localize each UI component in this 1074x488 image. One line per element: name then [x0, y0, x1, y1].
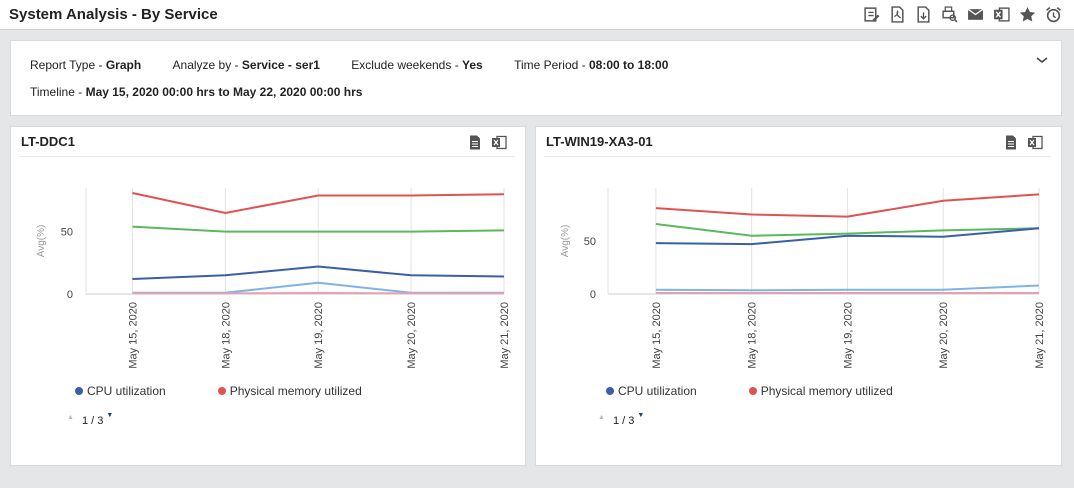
timeline-label: Timeline - [30, 85, 86, 99]
y-tick-label: 50 [61, 227, 73, 239]
edit-report-icon[interactable] [862, 5, 880, 23]
pager-up-icon[interactable]: ▲ [67, 414, 74, 421]
top-bar: System Analysis - By Service [0, 0, 1074, 30]
y-tick-label: 0 [67, 289, 73, 301]
exclude-weekends-value: Yes [462, 58, 483, 72]
legend-pager: ▲ 1 / 3 ▼ [67, 412, 113, 427]
divider [19, 156, 515, 157]
document-icon[interactable] [467, 134, 483, 150]
legend-pager: ▲ 1 / 3 ▼ [598, 412, 644, 427]
panel-title: LT-WIN19-XA3-01 [546, 134, 653, 149]
legend-dot [217, 387, 226, 395]
excel-icon[interactable] [491, 134, 507, 150]
page-title: System Analysis - By Service [9, 6, 218, 23]
analyze-by-label: Analyze by - [172, 58, 242, 72]
line-chart: 0 50 Avg(%) May 15, 2020 May 18, 2020 May 19,… [36, 188, 511, 369]
print-preview-icon[interactable] [940, 5, 958, 23]
time-period-value: 08:00 to 18:00 [588, 58, 669, 72]
time-period-label: Time Period - [514, 58, 589, 72]
analyze-by-value: Service - ser1 [241, 58, 320, 72]
legend-item-memory[interactable]: Physical memory utilized [217, 384, 362, 398]
x-tick-label: May 15, 2020 [651, 302, 663, 369]
pager-up-icon[interactable]: ▲ [598, 414, 605, 421]
x-tick-label: May 21, 2020 [1034, 302, 1046, 369]
legend-dot [748, 387, 757, 395]
x-tick-label: May 18, 2020 [747, 302, 759, 369]
legend-item-cpu[interactable]: CPU utilization [75, 384, 166, 398]
y-axis-label: Avg(%) [560, 225, 571, 258]
line-chart: 0 50 Avg(%) May 15, 2020 May 18, 2020 May 19,… [560, 188, 1046, 369]
y-tick-label: 0 [590, 289, 596, 301]
divider [544, 156, 1051, 157]
chart-legend: CPU utilization Physical memory utilized [75, 384, 362, 398]
legend-dot [606, 387, 614, 395]
time-period-filter: Time Period - 08:00 to 18:00 [514, 58, 668, 72]
document-icon[interactable] [1003, 134, 1019, 150]
timeline-row: Timeline - May 15, 2020 00:00 hrs to May… [30, 85, 362, 99]
x-tick-label: May 19, 2020 [313, 302, 325, 369]
exclude-weekends-filter: Exclude weekends - Yes [351, 58, 482, 72]
download-icon[interactable] [914, 5, 932, 23]
excel-icon[interactable] [992, 5, 1010, 23]
panel-toolbar [1003, 134, 1043, 150]
x-tick-label: May 19, 2020 [842, 302, 854, 369]
chart-panel-lt-ddc1: LT-DDC1 0 50 Avg(%) May 15, 2020 May 18, 202… [10, 126, 526, 466]
filter-summary-panel: Report Type - Graph Analyze by - Service… [10, 40, 1062, 116]
x-tick-label: May 15, 2020 [127, 302, 139, 369]
chart-legend: CPU utilization Physical memory utilized [606, 384, 893, 398]
y-axis-label: Avg(%) [36, 225, 47, 258]
timeline-value: May 15, 2020 00:00 hrs to May 22, 2020 0… [85, 85, 363, 99]
pager-down-icon[interactable]: ▼ [106, 412, 113, 419]
filter-row: Report Type - Graph Analyze by - Service… [30, 58, 696, 72]
legend-label: CPU utilization [618, 384, 697, 398]
analyze-by-filter: Analyze by - Service - ser1 [173, 58, 320, 72]
star-icon[interactable] [1018, 5, 1036, 23]
panel-title: LT-DDC1 [21, 134, 75, 149]
x-tick-label: May 20, 2020 [938, 302, 950, 369]
chart-panel-lt-win19-xa3-01: LT-WIN19-XA3-01 0 50 Avg(%) May 15, 2020 May… [535, 126, 1062, 466]
legend-label: Physical memory utilized [229, 384, 362, 398]
exclude-weekends-label: Exclude weekends - [351, 58, 463, 72]
pager-text: 1 / 3 [81, 415, 104, 427]
legend-dot [75, 387, 83, 395]
toolbar [862, 5, 1062, 23]
legend-label: Physical memory utilized [760, 384, 893, 398]
x-tick-label: May 18, 2020 [220, 302, 232, 369]
panel-toolbar [467, 134, 507, 150]
legend-item-memory[interactable]: Physical memory utilized [748, 384, 893, 398]
x-tick-label: May 21, 2020 [499, 302, 511, 369]
x-tick-label: May 20, 2020 [406, 302, 418, 369]
report-type-value: Graph [105, 58, 142, 72]
legend-item-cpu[interactable]: CPU utilization [606, 384, 697, 398]
alarm-clock-icon[interactable] [1044, 5, 1062, 23]
email-icon[interactable] [966, 5, 984, 23]
report-type-label: Report Type - [30, 58, 106, 72]
pager-down-icon[interactable]: ▼ [637, 412, 644, 419]
report-type-filter: Report Type - Graph [30, 58, 141, 72]
y-tick-label: 50 [584, 236, 596, 248]
excel-icon[interactable] [1027, 134, 1043, 150]
pdf-icon[interactable] [888, 5, 906, 23]
chevron-down-icon[interactable] [1035, 53, 1049, 67]
legend-label: CPU utilization [87, 384, 166, 398]
pager-text: 1 / 3 [612, 415, 635, 427]
